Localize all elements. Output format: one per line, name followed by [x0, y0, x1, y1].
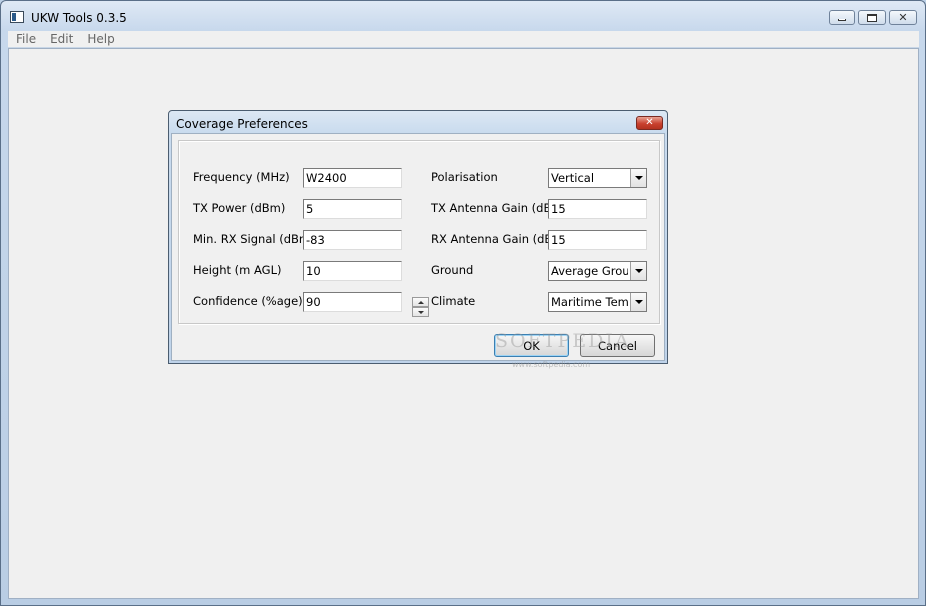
close-icon: ✕ — [898, 11, 908, 24]
chevron-down-icon[interactable] — [630, 169, 646, 187]
ground-label: Ground — [431, 263, 474, 277]
cancel-button[interactable]: Cancel — [580, 334, 655, 357]
chevron-down-icon[interactable] — [630, 262, 646, 280]
dialog-body: Frequency (MHz) W2400 TX Power (dBm) 5 M… — [171, 133, 665, 369]
spin-down-icon[interactable] — [412, 307, 429, 317]
dialog-close-button[interactable]: ✕ — [636, 116, 663, 130]
climate-label: Climate — [431, 294, 476, 308]
minimize-icon — [838, 19, 846, 21]
tx-antenna-gain-input[interactable]: 15 — [548, 199, 647, 219]
polarisation-label: Polarisation — [431, 170, 498, 184]
climate-value: Maritime Temperate — [551, 295, 628, 309]
spin-up-icon[interactable] — [412, 297, 429, 307]
minimize-button[interactable] — [829, 10, 855, 25]
maximize-icon — [867, 13, 877, 22]
tx-antenna-gain-label: TX Antenna Gain (dBi) — [431, 201, 560, 215]
coverage-preferences-dialog: Coverage Preferences ✕ Frequency (MHz) W… — [168, 110, 668, 369]
title-bar[interactable]: UKW Tools 0.3.5 ✕ — [1, 1, 925, 31]
confidence-label: Confidence (%age) — [193, 294, 303, 308]
app-icon — [10, 11, 24, 23]
maximize-button[interactable] — [858, 10, 886, 25]
rx-antenna-gain-input[interactable]: 15 — [548, 230, 647, 250]
menu-edit[interactable]: Edit — [42, 31, 79, 47]
close-button[interactable]: ✕ — [889, 10, 917, 25]
preferences-group: Frequency (MHz) W2400 TX Power (dBm) 5 M… — [178, 140, 660, 324]
menu-file[interactable]: File — [8, 31, 42, 47]
ground-select[interactable]: Average Ground — [548, 261, 647, 281]
climate-select[interactable]: Maritime Temperate — [548, 292, 647, 312]
dialog-title: Coverage Preferences — [176, 117, 308, 131]
height-input[interactable]: 10 — [303, 261, 402, 281]
confidence-input[interactable]: 90 — [303, 292, 402, 312]
tx-power-label: TX Power (dBm) — [193, 201, 286, 215]
chevron-down-icon[interactable] — [630, 293, 646, 311]
menu-bar: File Edit Help — [8, 31, 919, 48]
menu-help[interactable]: Help — [79, 31, 120, 47]
frequency-input[interactable]: W2400 — [303, 168, 402, 188]
rx-antenna-gain-label: RX Antenna Gain (dBi) — [431, 232, 560, 246]
tx-power-input[interactable]: 5 — [303, 199, 402, 219]
window-title: UKW Tools 0.3.5 — [31, 11, 127, 25]
frequency-label: Frequency (MHz) — [193, 170, 290, 184]
polarisation-value: Vertical — [551, 171, 595, 185]
height-label: Height (m AGL) — [193, 263, 282, 277]
ground-value: Average Ground — [551, 264, 628, 278]
confidence-spinner — [412, 297, 429, 317]
polarisation-select[interactable]: Vertical — [548, 168, 647, 188]
ok-button[interactable]: OK — [494, 334, 569, 357]
min-rx-signal-label: Min. RX Signal (dBm) — [193, 232, 315, 246]
min-rx-signal-input[interactable]: -83 — [303, 230, 402, 250]
close-icon: ✕ — [645, 117, 654, 128]
